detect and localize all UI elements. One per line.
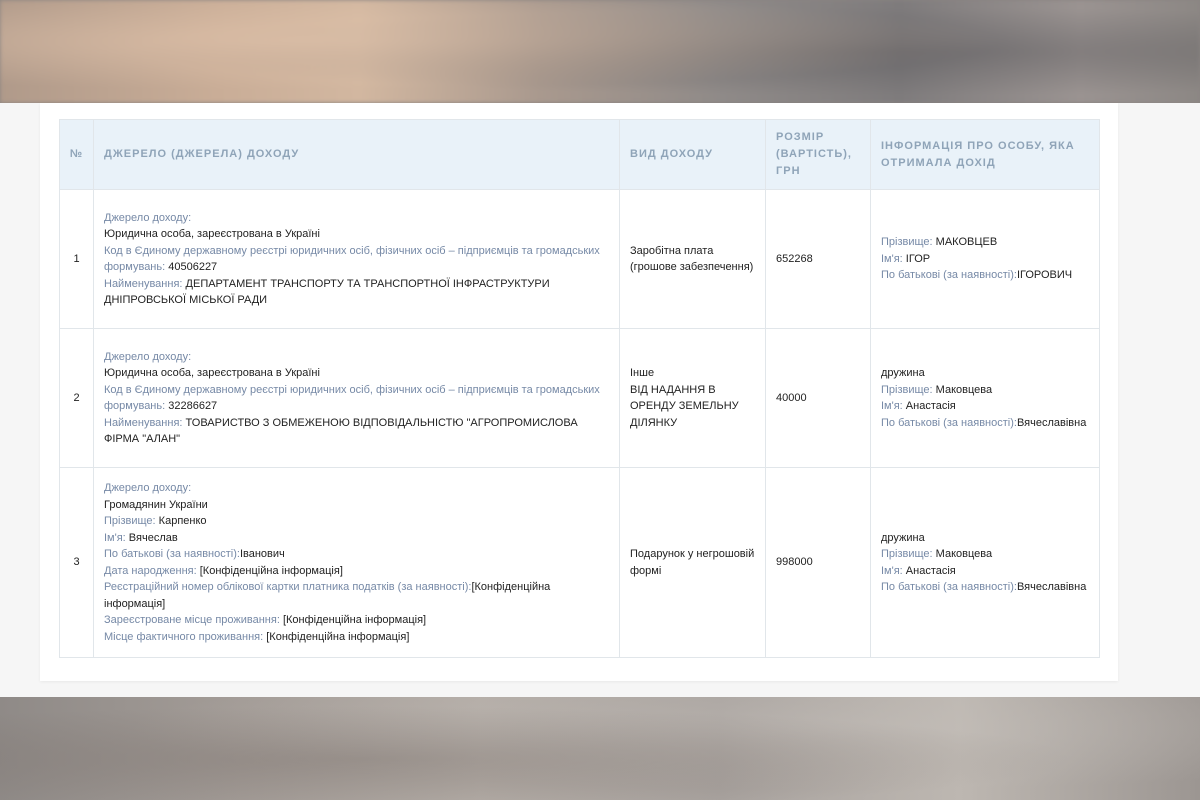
income-source-cell: Джерело доходу: Юридична особа, зареєстр… bbox=[93, 328, 620, 468]
amount-value: 998000 bbox=[776, 556, 813, 569]
page-content: № Джерело (джерела) доходу Вид доходу Ро… bbox=[0, 103, 1200, 697]
table-row: 3 Джерело доходу: Громадянин України Прі… bbox=[59, 467, 1100, 658]
income-type: Заробітна плата (грошове забезпечення) bbox=[630, 244, 754, 274]
edrpou-value: 40506227 bbox=[168, 261, 218, 273]
patronymic-label: По батькові (за наявності): bbox=[881, 416, 1017, 429]
person-info-cell: дружина Прізвище: Маковцева Ім'я: Анаста… bbox=[870, 467, 1100, 658]
registered-address-label: Зареєстроване місце проживання: bbox=[104, 614, 280, 626]
person-firstname: Анастасія bbox=[905, 400, 956, 412]
person-firstname: Анастасія bbox=[905, 564, 956, 577]
income-type-cell: Інше ВІД НАДАННЯ В ОРЕНДУ ЗЕМЕЛЬНУ ДІЛЯН… bbox=[619, 328, 766, 468]
header-amount: Розмір (вартість), грн bbox=[765, 119, 871, 190]
row-number: 2 bbox=[59, 328, 94, 468]
income-type-cell: Заробітна плата (грошове забезпечення) bbox=[619, 189, 766, 329]
source-label: Джерело доходу: bbox=[104, 350, 192, 363]
income-detail: ВІД НАДАННЯ В ОРЕНДУ ЗЕМЕЛЬНУ ДІЛЯНКУ bbox=[630, 383, 739, 429]
person-patronymic: ІГОРОВИЧ bbox=[1016, 269, 1073, 282]
surname-label: Прізвище: bbox=[881, 236, 933, 249]
person-firstname: ІГОР bbox=[905, 252, 931, 265]
patronymic-label: По батькові (за наявності): bbox=[881, 269, 1017, 282]
source-patronymic: Іванович bbox=[239, 548, 285, 560]
row-number: 1 bbox=[59, 189, 94, 329]
header-number: № bbox=[59, 119, 94, 190]
source-birthdate: [Конфіденційна інформація] bbox=[199, 564, 343, 577]
source-kind: Юридична особа, зареєстрована в Україні bbox=[104, 228, 320, 240]
surname-label: Прізвище: bbox=[881, 383, 933, 396]
firstname-label: Ім'я: bbox=[881, 400, 903, 412]
source-label: Джерело доходу: bbox=[104, 482, 192, 494]
amount-value: 40000 bbox=[776, 391, 807, 404]
row-number: 3 bbox=[59, 467, 94, 658]
actual-address-label: Місце фактичного проживання: bbox=[104, 630, 264, 643]
income-type: Подарунок у негрошовій формі bbox=[630, 548, 755, 577]
background-photo-bottom bbox=[0, 697, 1200, 800]
income-type-cell: Подарунок у негрошовій формі bbox=[619, 467, 766, 658]
surname-label: Прізвище: bbox=[881, 548, 933, 560]
person-surname: МАКОВЦЕВ bbox=[935, 236, 998, 249]
header-person-info: Інформація про особу, яка отримала дохід bbox=[870, 119, 1100, 190]
patronymic-label: По батькові (за наявності): bbox=[104, 548, 240, 560]
name-label: Найменування: bbox=[104, 277, 183, 290]
amount-cell: 652268 bbox=[765, 189, 871, 329]
source-kind: Громадянин України bbox=[104, 498, 208, 511]
person-relation: дружина bbox=[881, 531, 925, 544]
amount-cell: 40000 bbox=[765, 328, 871, 468]
surname-label: Прізвище: bbox=[104, 515, 156, 527]
header-source: Джерело (джерела) доходу bbox=[93, 119, 620, 190]
income-source-cell: Джерело доходу: Громадянин України Прізв… bbox=[93, 467, 620, 658]
source-registered-address: [Конфіденційна інформація] bbox=[282, 614, 427, 626]
source-firstname: Вячеслав bbox=[128, 531, 178, 544]
firstname-label: Ім'я: bbox=[881, 252, 903, 265]
source-kind: Юридична особа, зареєстрована в Україні bbox=[104, 367, 320, 379]
person-relation: дружина bbox=[881, 367, 925, 379]
source-label: Джерело доходу: bbox=[104, 211, 192, 224]
table-header-row: № Джерело (джерела) доходу Вид доходу Ро… bbox=[59, 119, 1100, 190]
header-income-type: Вид доходу bbox=[619, 119, 766, 190]
person-info-cell: дружина Прізвище: Маковцева Ім'я: Анаста… bbox=[870, 328, 1100, 468]
amount-value: 652268 bbox=[776, 252, 813, 265]
tax-number-label: Реєстраційний номер облікової картки пла… bbox=[104, 581, 472, 593]
name-label: Найменування: bbox=[104, 416, 183, 429]
person-surname: Маковцева bbox=[935, 383, 993, 396]
declaration-card: № Джерело (джерела) доходу Вид доходу Ро… bbox=[40, 103, 1118, 681]
source-surname: Карпенко bbox=[158, 515, 207, 527]
income-table: № Джерело (джерела) доходу Вид доходу Ро… bbox=[59, 119, 1100, 658]
person-info-cell: Прізвище: МАКОВЦЕВ Ім'я: ІГОР По батьков… bbox=[870, 189, 1100, 329]
edrpou-value: 32286627 bbox=[168, 400, 218, 412]
table-row: 2 Джерело доходу: Юридична особа, зареєс… bbox=[59, 328, 1100, 468]
person-patronymic: Вячеславівна bbox=[1016, 416, 1087, 429]
income-type: Інше bbox=[630, 367, 655, 379]
patronymic-label: По батькові (за наявності): bbox=[881, 581, 1017, 593]
firstname-label: Ім'я: bbox=[104, 531, 126, 544]
birthdate-label: Дата народження: bbox=[104, 564, 197, 577]
income-source-cell: Джерело доходу: Юридична особа, зареєстр… bbox=[93, 189, 620, 329]
person-patronymic: Вячеславівна bbox=[1016, 581, 1087, 593]
source-actual-address: [Конфіденційна інформація] bbox=[266, 630, 410, 643]
background-photo-top bbox=[0, 0, 1200, 103]
amount-cell: 998000 bbox=[765, 467, 871, 658]
firstname-label: Ім'я: bbox=[881, 564, 903, 577]
table-row: 1 Джерело доходу: Юридична особа, зареєс… bbox=[59, 189, 1100, 329]
person-surname: Маковцева bbox=[935, 548, 993, 560]
